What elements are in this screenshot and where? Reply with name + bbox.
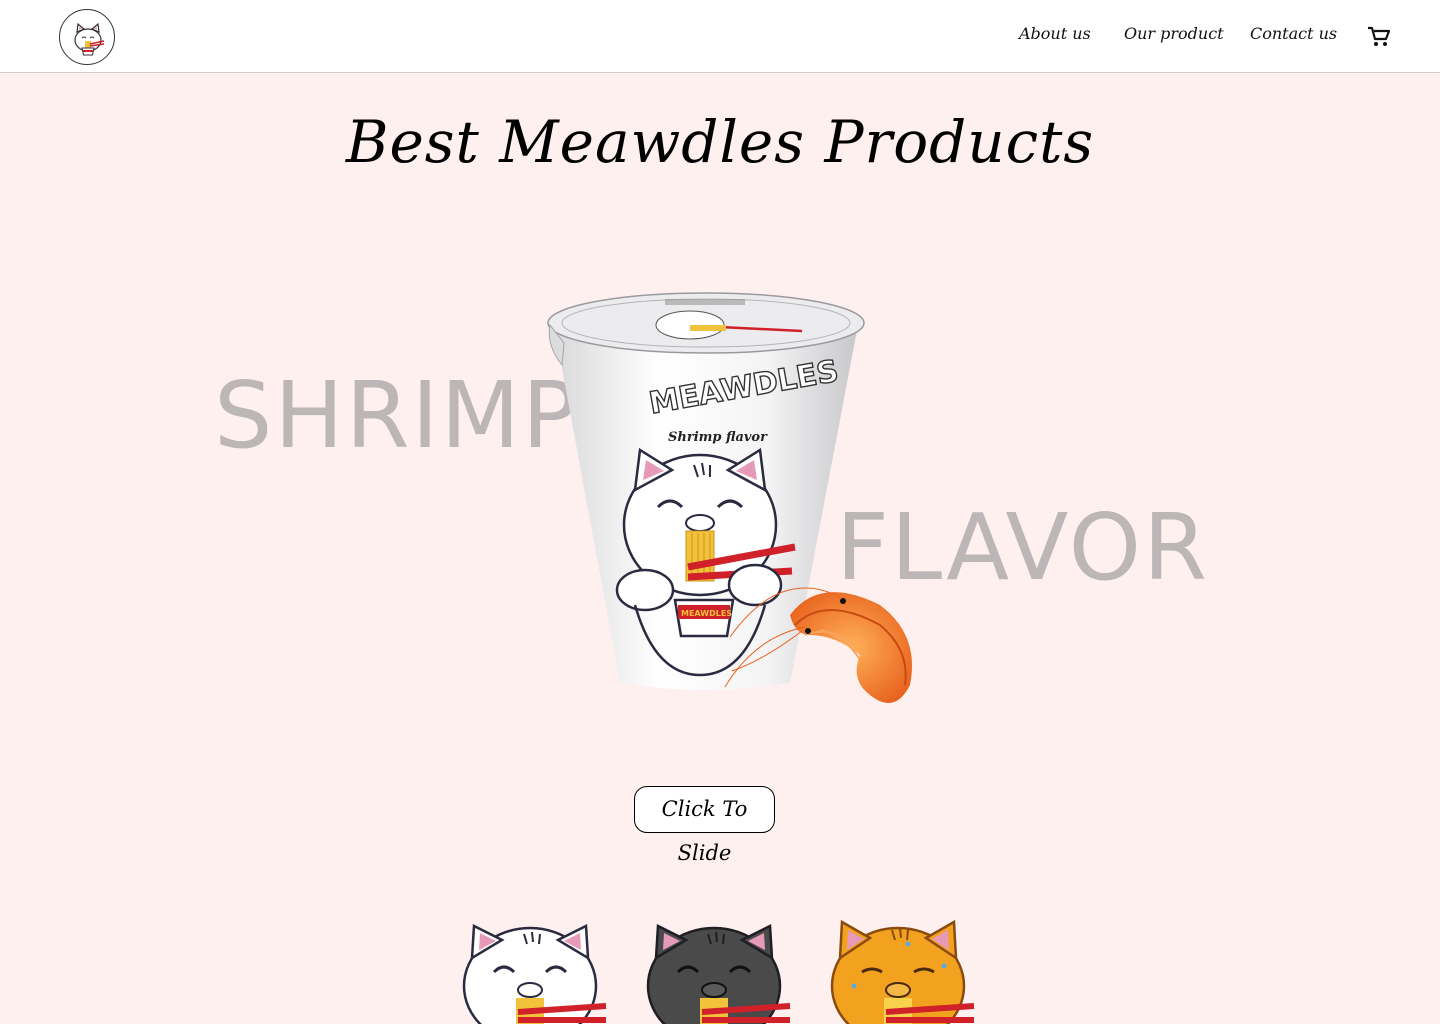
flavor-word-shrimp: SHRIMP — [214, 362, 580, 469]
shopping-cart-icon[interactable] — [1366, 24, 1392, 50]
product-image-shrimp-cup: MEAWDLES Shrimp flavor MEAWDLES — [540, 285, 960, 735]
product-flavor-label: Shrimp flavor — [668, 430, 768, 445]
page-title: Best Meawdles Products — [345, 108, 1095, 176]
orange-cat-icon[interactable] — [820, 916, 980, 1024]
nav-link-about-us[interactable]: About us — [1019, 24, 1091, 43]
top-navigation-bar: About us Our product Contact us — [0, 0, 1440, 73]
nav-link-contact-us[interactable]: Contact us — [1250, 24, 1337, 43]
white-cat-icon[interactable] — [452, 916, 612, 1024]
click-to-slide-button[interactable]: Click To Slide — [634, 786, 775, 865]
nav-link-our-product[interactable]: Our product — [1124, 24, 1224, 43]
black-cat-icon[interactable] — [636, 916, 796, 1024]
mini-cup-label: MEAWDLES — [681, 609, 732, 618]
meawdles-cat-logo-icon[interactable] — [59, 9, 115, 65]
